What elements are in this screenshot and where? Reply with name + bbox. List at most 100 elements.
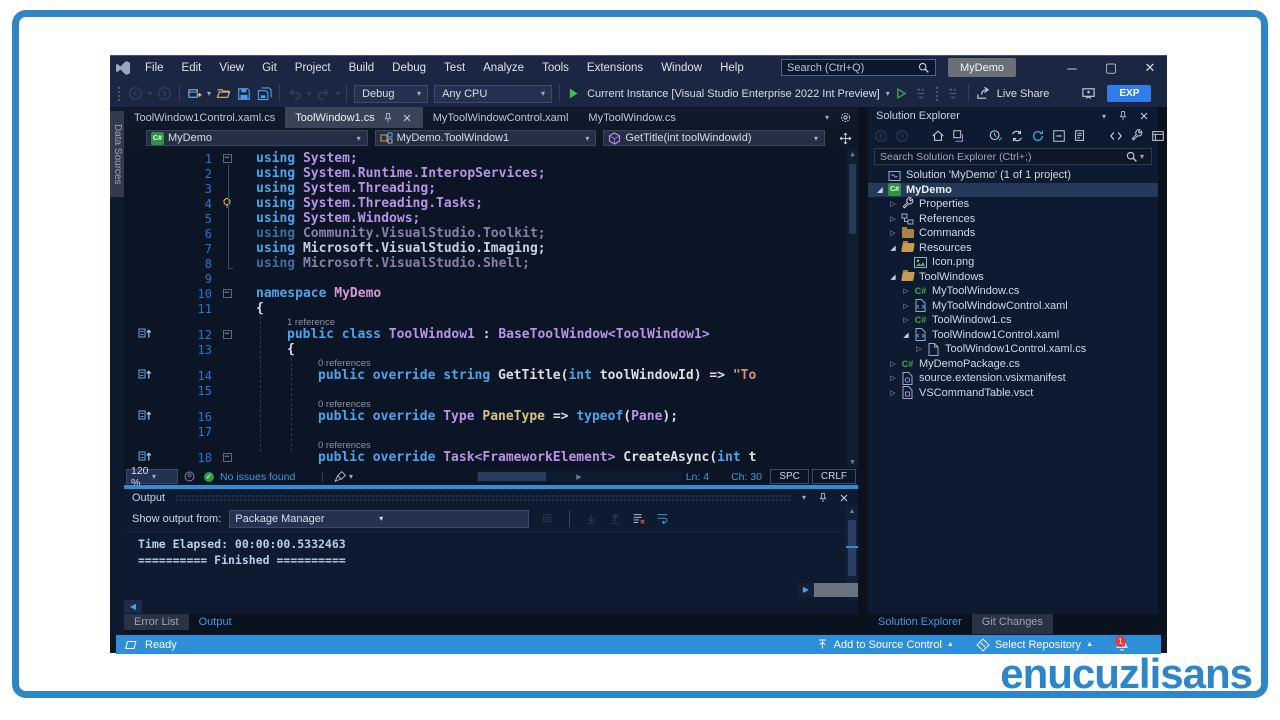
tree-item[interactable]: ▷ToolWindow1Control.xaml.cs bbox=[868, 342, 1158, 357]
code-line[interactable]: 3using System.Threading; bbox=[124, 181, 858, 196]
run-button[interactable] bbox=[564, 83, 583, 105]
nav-forward-button[interactable] bbox=[154, 83, 175, 105]
output-source-dropdown[interactable]: Package Manager ▾ bbox=[229, 510, 529, 528]
code-line[interactable]: 5using System.Windows; bbox=[124, 211, 858, 226]
expander-collapsed-icon[interactable]: ▷ bbox=[887, 229, 899, 237]
pin-icon[interactable] bbox=[817, 492, 829, 504]
tree-item[interactable]: Icon.png bbox=[868, 255, 1158, 270]
codelens-row[interactable]: 1 reference bbox=[124, 316, 858, 327]
tree-item[interactable]: ◢C#MyDemo bbox=[868, 183, 1158, 198]
code-editor[interactable]: 1−using System;2using System.Runtime.Int… bbox=[124, 148, 858, 468]
fold-toggle[interactable]: − bbox=[223, 330, 232, 339]
code-cleanup-icon[interactable] bbox=[334, 470, 347, 483]
panel-tab-solution-explorer[interactable]: Solution Explorer bbox=[868, 614, 972, 634]
toolbar-grip[interactable] bbox=[117, 86, 122, 102]
menu-edit[interactable]: Edit bbox=[173, 62, 211, 74]
codelens-row[interactable]: 0 references bbox=[124, 398, 858, 409]
expander-collapsed-icon[interactable]: ▷ bbox=[887, 200, 899, 208]
close-icon[interactable] bbox=[1138, 110, 1150, 122]
code-line[interactable]: 17 bbox=[124, 424, 858, 439]
save-all-button[interactable] bbox=[254, 83, 275, 105]
menu-project[interactable]: Project bbox=[286, 62, 340, 74]
nav-back-button[interactable] bbox=[125, 83, 146, 105]
dropdown-caret-icon[interactable]: ▾ bbox=[334, 89, 342, 98]
code-line[interactable]: 7using Microsoft.VisualStudio.Imaging; bbox=[124, 241, 858, 256]
wrench-icon[interactable] bbox=[1130, 129, 1144, 143]
next-message-icon[interactable] bbox=[608, 512, 622, 526]
intellisense-icon[interactable] bbox=[183, 470, 196, 483]
collapse-all-icon[interactable] bbox=[1052, 129, 1066, 143]
menu-tools[interactable]: Tools bbox=[533, 62, 578, 74]
new-view-icon[interactable] bbox=[1151, 129, 1165, 143]
code-line[interactable]: 6using Community.VisualStudio.Toolkit; bbox=[124, 226, 858, 241]
editor-horizontal-scrollbar[interactable]: ◀ ▶ bbox=[464, 471, 694, 482]
menu-analyze[interactable]: Analyze bbox=[474, 62, 533, 74]
exp-badge[interactable]: EXP bbox=[1107, 85, 1151, 102]
menu-debug[interactable]: Debug bbox=[383, 62, 435, 74]
issues-status[interactable]: No issues found bbox=[220, 471, 295, 483]
panel-tab-git-changes[interactable]: Git Changes bbox=[972, 614, 1053, 634]
tree-item[interactable]: Solution 'MyDemo' (1 of 1 project) bbox=[868, 168, 1158, 183]
redo-button[interactable] bbox=[313, 83, 334, 105]
scrollbar-thumb[interactable] bbox=[814, 583, 858, 597]
scroll-down-icon[interactable]: ▼ bbox=[847, 458, 858, 466]
code-line[interactable]: 11{ bbox=[124, 301, 858, 316]
code-line[interactable]: 15 bbox=[124, 383, 858, 398]
tree-item[interactable]: ▷C#MyToolWindow.cs bbox=[868, 284, 1158, 299]
live-share-button[interactable] bbox=[973, 83, 994, 105]
search-icon[interactable] bbox=[1125, 150, 1138, 163]
scroll-up-icon[interactable]: ▲ bbox=[847, 150, 858, 158]
home-icon[interactable] bbox=[931, 129, 945, 143]
expander-collapsed-icon[interactable]: ▷ bbox=[900, 302, 912, 310]
word-wrap-icon[interactable] bbox=[656, 512, 670, 526]
scrollbar-thumb[interactable] bbox=[848, 520, 856, 576]
document-tab[interactable]: ToolWindow1Control.xaml.cs bbox=[124, 107, 285, 128]
new-project-button[interactable] bbox=[184, 83, 205, 105]
override-indicator-icon[interactable] bbox=[138, 327, 152, 342]
editor-vertical-scrollbar[interactable]: ▲ ▼ bbox=[847, 148, 858, 468]
expander-expanded-icon[interactable]: ◢ bbox=[887, 273, 899, 281]
expander-collapsed-icon[interactable]: ▷ bbox=[887, 215, 899, 223]
line-ending-indicator[interactable]: CRLF bbox=[812, 469, 856, 484]
menu-build[interactable]: Build bbox=[340, 62, 384, 74]
sync-icon[interactable] bbox=[1010, 129, 1024, 143]
tab-list-icon[interactable]: ▾ bbox=[823, 113, 831, 122]
search-icon[interactable] bbox=[917, 61, 930, 74]
panel-tab-error-list[interactable]: Error List bbox=[124, 614, 189, 630]
scroll-up-icon[interactable]: ▲ bbox=[846, 508, 858, 515]
code-line[interactable]: 2using System.Runtime.InteropServices; bbox=[124, 166, 858, 181]
dropdown-caret-icon[interactable]: ▾ bbox=[305, 89, 313, 98]
gear-icon[interactable] bbox=[839, 111, 852, 124]
open-folder-button[interactable] bbox=[213, 83, 234, 105]
background-tasks-icon[interactable] bbox=[124, 638, 138, 652]
breadcrumb-dropdown[interactable]: C#MyDemo▾ bbox=[146, 130, 368, 146]
output-log[interactable]: Time Elapsed: 00:00:00.5332463==========… bbox=[124, 532, 858, 600]
minimize-button[interactable]: ─ bbox=[1055, 56, 1089, 80]
expander-collapsed-icon[interactable]: ▷ bbox=[900, 316, 912, 324]
menu-extensions[interactable]: Extensions bbox=[578, 62, 652, 74]
search-input[interactable]: Search (Ctrl+Q) bbox=[781, 59, 936, 76]
tree-item[interactable]: ▷Properties bbox=[868, 197, 1158, 212]
save-button[interactable] bbox=[234, 83, 254, 105]
tree-item[interactable]: ▷Commands bbox=[868, 226, 1158, 241]
code-line[interactable]: 12−public class ToolWindow1 : BaseToolWi… bbox=[124, 327, 858, 342]
profiler-button[interactable] bbox=[911, 83, 932, 105]
hot-reload-button[interactable] bbox=[943, 83, 964, 105]
platform-dropdown[interactable]: Any CPU▾ bbox=[434, 85, 552, 103]
tree-item[interactable]: ▷References bbox=[868, 212, 1158, 227]
breadcrumb-dropdown[interactable]: GetTitle(int toolWindowId)▾ bbox=[603, 130, 825, 146]
code-line[interactable]: 13{ bbox=[124, 342, 858, 357]
fold-toggle[interactable]: − bbox=[223, 154, 232, 163]
expander-collapsed-icon[interactable]: ▷ bbox=[887, 389, 899, 397]
zoom-dropdown[interactable]: 120 % ▾ bbox=[126, 469, 178, 484]
run-target-label[interactable]: Current Instance [Visual Studio Enterpri… bbox=[587, 88, 880, 100]
health-check-icon[interactable]: ✓ bbox=[204, 472, 214, 482]
code-line[interactable]: 18−public override Task<FrameworkElement… bbox=[124, 450, 858, 465]
scroll-left-icon[interactable]: ◀ bbox=[124, 600, 142, 613]
toolbar-grip[interactable] bbox=[935, 86, 940, 102]
menu-help[interactable]: Help bbox=[711, 62, 753, 74]
expander-collapsed-icon[interactable]: ▷ bbox=[887, 374, 899, 382]
document-tab[interactable]: ToolWindow1.cs bbox=[285, 107, 422, 128]
code-icon[interactable] bbox=[1109, 129, 1123, 143]
tree-item[interactable]: ◢ToolWindow1Control.xaml bbox=[868, 328, 1158, 343]
